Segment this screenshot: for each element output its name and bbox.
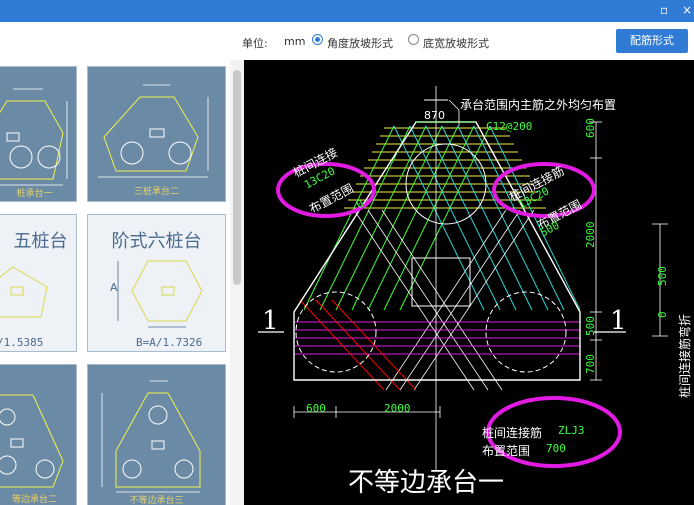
unit-value: mm — [284, 35, 306, 48]
thumbnail-unequal-cap-three[interactable]: 不等边承台三 — [87, 364, 226, 505]
cap-outline-icon — [0, 266, 48, 318]
dim-right-1: 600 — [584, 118, 597, 138]
dim-top: 870 — [424, 109, 445, 122]
cap-outline-icon — [117, 260, 203, 328]
cap-outline-icon — [0, 88, 68, 186]
thumbnail-caption: 桩承台一 — [16, 189, 53, 199]
cap-outline-icon — [101, 380, 201, 493]
thumbnail-formula: B=A/1.7326 — [136, 336, 203, 349]
thumbnail-formula: /1.5385 — [0, 336, 44, 349]
unit-label: 单位: — [242, 37, 268, 50]
drawing-title: 不等边承台一 — [348, 468, 505, 498]
dim-right-2: 2000 — [584, 221, 597, 249]
thumbnail-caption: 三桩承台二 — [133, 187, 179, 197]
top-note: 承台范围内主筋之外均匀布置 — [460, 98, 617, 112]
cap-outline-icon — [0, 394, 64, 488]
rebar-top-label: C12@200 — [486, 120, 533, 133]
bottom-connect-label: 桩间连接筋 — [482, 426, 543, 440]
thumbnail-three-pile-cap-one[interactable]: 桩承台一 — [0, 66, 77, 202]
radio-width-slope-label[interactable]: 底宽放坡形式 — [423, 35, 489, 51]
pile-cap-drawing — [258, 86, 668, 470]
radio-angle-slope-label[interactable]: 角度放坡形式 — [327, 35, 393, 51]
drawing-canvas: 承台范围内主筋之外均匀布置 870 C12@200 桩间连接 13C20 布置范… — [244, 60, 694, 505]
side-label: 桩间连接筋弯折 — [678, 313, 692, 398]
bottom-connect-value: ZLJ3 — [558, 424, 585, 437]
bottom-range-label: 布置范围 — [482, 444, 531, 458]
thumbnail-caption: 等边承台二 — [11, 495, 57, 505]
thumbnail-stepped-six-pile-cap[interactable]: 阶式六桩台 A B=A/1.7326 — [87, 214, 226, 352]
close-icon[interactable]: × — [682, 3, 692, 17]
radio-width-slope[interactable] — [408, 34, 419, 45]
thumbnail-caption: 不等边承台三 — [129, 496, 184, 505]
thumbnail-unequal-cap-two[interactable]: 等边承台二 — [0, 364, 77, 505]
thumbnail-scrollbar-thumb[interactable] — [233, 70, 241, 285]
thumbnail-panel: 桩承台一 三桩承台二 五桩台 /1.5385 阶式六桩台 A B=A/1.732… — [0, 60, 244, 505]
dimension-label: A — [110, 281, 118, 294]
radio-angle-slope[interactable] — [312, 34, 323, 45]
section-mark-left: 1 — [262, 306, 279, 336]
side-dim-2: 0 — [656, 311, 669, 318]
bottom-range-value: 700 — [546, 442, 566, 455]
window-titlebar: ▫ × — [0, 0, 694, 22]
config-rebar-button[interactable]: 配筋形式 — [616, 29, 688, 53]
cap-outline-icon — [98, 84, 209, 178]
toolbar: 单位: mm 角度放坡形式 底宽放坡形式 配筋形式 — [0, 22, 694, 61]
minimize-icon[interactable]: ▫ — [660, 3, 668, 17]
dim-bottom-2: 2000 — [384, 402, 411, 415]
dim-right-3: 500 — [584, 316, 597, 336]
thumbnail-five-pile-cap[interactable]: 五桩台 /1.5385 — [0, 214, 77, 352]
dim-right-4: 700 — [584, 354, 597, 374]
side-dim-1: 500 — [656, 266, 669, 286]
section-mark-right: 1 — [610, 306, 627, 336]
dim-bottom-1: 600 — [306, 402, 326, 415]
thumbnail-three-pile-cap-two[interactable]: 三桩承台二 — [87, 66, 226, 202]
